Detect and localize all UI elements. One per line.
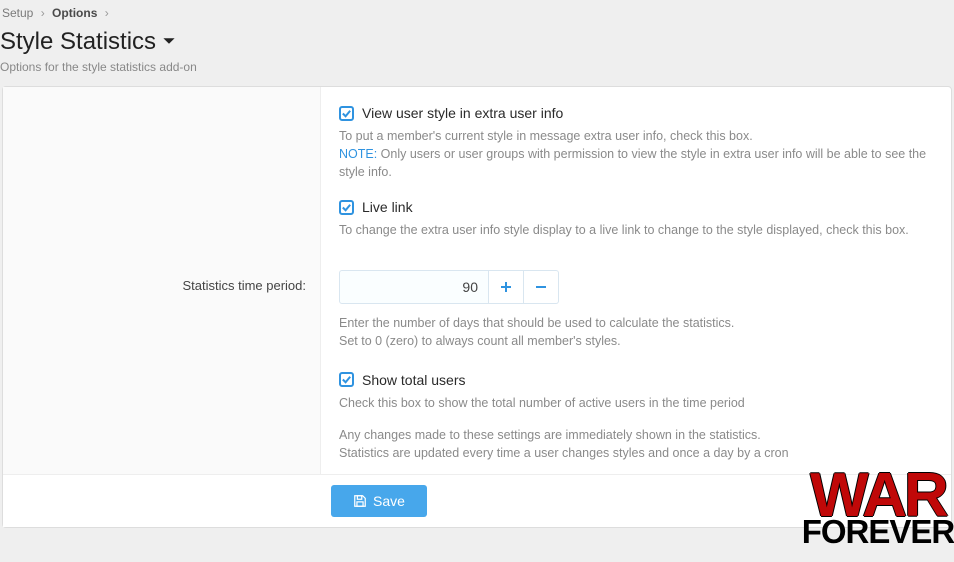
logo: WAR FOREVER — [802, 454, 954, 562]
option-label: Live link — [362, 199, 413, 215]
option-description: To put a member's current style in messa… — [339, 127, 933, 181]
breadcrumb-setup-link[interactable]: Setup — [2, 6, 33, 20]
note-prefix: NOTE: — [339, 147, 377, 161]
save-button[interactable]: Save — [331, 485, 427, 517]
option-show-total-users[interactable]: Show total users — [339, 372, 933, 388]
checkbox-checked-icon[interactable] — [339, 106, 354, 121]
stats-period-label: Statistics time period: — [3, 270, 321, 475]
save-button-label: Save — [373, 493, 405, 509]
option-view-user-style[interactable]: View user style in extra user info — [339, 105, 933, 121]
page-title: Style Statistics — [0, 28, 156, 56]
option-label: Show total users — [362, 372, 466, 388]
stepper-decrement-button[interactable] — [524, 270, 559, 304]
save-icon — [353, 494, 367, 508]
stepper-increment-button[interactable] — [489, 270, 524, 304]
dropdown-caret-icon[interactable] — [162, 34, 176, 51]
stats-period-stepper — [339, 270, 933, 304]
option-description: Enter the number of days that should be … — [339, 314, 933, 350]
stats-period-input[interactable] — [339, 270, 489, 304]
label-col-empty — [3, 87, 321, 270]
plus-icon — [500, 281, 512, 293]
page-title-row: Style Statistics — [0, 24, 954, 58]
breadcrumb: Setup › Options › — [0, 0, 954, 24]
logo-line-2: FOREVER — [802, 518, 954, 546]
checkbox-checked-icon[interactable] — [339, 372, 354, 387]
option-description: Check this box to show the total number … — [339, 394, 933, 412]
page-subtitle: Options for the style statistics add-on — [0, 58, 954, 86]
checkbox-checked-icon[interactable] — [339, 200, 354, 215]
option-live-link[interactable]: Live link — [339, 199, 933, 215]
option-label: View user style in extra user info — [362, 105, 563, 121]
breadcrumb-separator: › — [41, 6, 45, 20]
breadcrumb-separator: › — [105, 6, 109, 20]
minus-icon — [535, 281, 547, 293]
breadcrumb-options-link[interactable]: Options — [52, 6, 97, 20]
option-description: To change the extra user info style disp… — [339, 221, 933, 239]
